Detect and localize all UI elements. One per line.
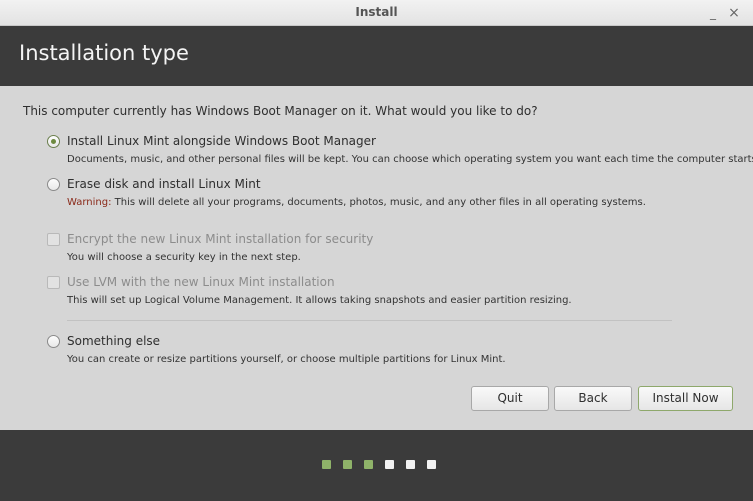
separator bbox=[67, 320, 672, 321]
quit-button[interactable]: Quit bbox=[471, 386, 549, 411]
back-button[interactable]: Back bbox=[554, 386, 632, 411]
window-title: Install bbox=[355, 5, 398, 19]
minimize-icon[interactable]: _ bbox=[704, 4, 722, 22]
progress-step-done bbox=[322, 460, 331, 469]
option-label[interactable]: Install Linux Mint alongside Windows Boo… bbox=[67, 134, 376, 148]
option-description: You can create or resize partitions your… bbox=[67, 354, 506, 365]
encrypt-checkbox bbox=[47, 233, 60, 246]
installation-type-panel: This computer currently has Windows Boot… bbox=[0, 86, 753, 430]
lvm-checkbox bbox=[47, 276, 60, 289]
page-title: Installation type bbox=[19, 41, 189, 65]
option-label: Use LVM with the new Linux Mint installa… bbox=[67, 275, 335, 289]
install-now-button[interactable]: Install Now bbox=[638, 386, 733, 411]
progress-step-pending bbox=[406, 460, 415, 469]
window-titlebar[interactable]: Install _ × bbox=[0, 0, 753, 26]
option-description: Documents, music, and other personal fil… bbox=[67, 154, 753, 165]
option-label[interactable]: Something else bbox=[67, 334, 160, 348]
progress-step-pending bbox=[427, 460, 436, 469]
option-label[interactable]: Erase disk and install Linux Mint bbox=[67, 177, 261, 191]
install-alongside-radio[interactable] bbox=[47, 135, 60, 148]
warning-text: This will delete all your programs, docu… bbox=[111, 197, 646, 208]
progress-step-done bbox=[343, 460, 352, 469]
progress-step-pending bbox=[385, 460, 394, 469]
page-header: Installation type bbox=[0, 26, 753, 86]
question-text: This computer currently has Windows Boot… bbox=[23, 104, 538, 118]
option-label: Encrypt the new Linux Mint installation … bbox=[67, 232, 374, 246]
progress-step-done bbox=[364, 460, 373, 469]
progress-footer bbox=[0, 430, 753, 501]
warning-label: Warning: bbox=[67, 197, 112, 208]
option-description: This will set up Logical Volume Manageme… bbox=[67, 295, 572, 306]
erase-disk-radio[interactable] bbox=[47, 178, 60, 191]
option-description: Warning: This will delete all your progr… bbox=[67, 197, 646, 208]
close-icon[interactable]: × bbox=[725, 4, 743, 22]
something-else-radio[interactable] bbox=[47, 335, 60, 348]
option-description: You will choose a security key in the ne… bbox=[67, 252, 301, 263]
